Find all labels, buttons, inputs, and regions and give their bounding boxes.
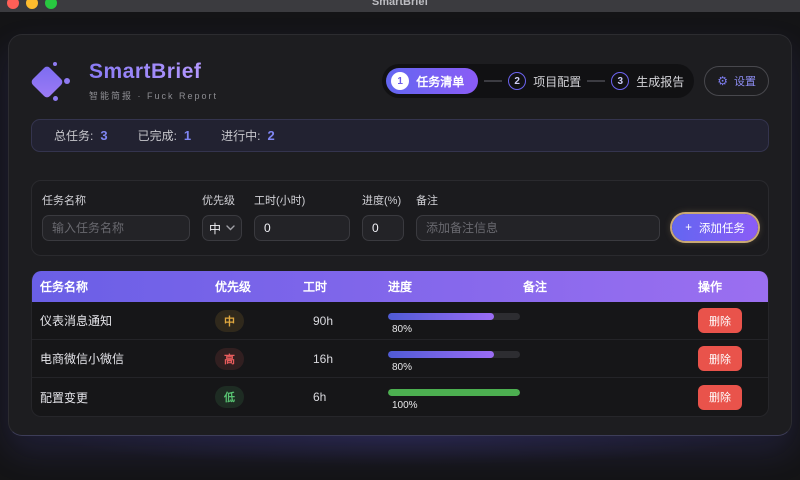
stat-total: 总任务: 3: [54, 128, 108, 143]
stat-total-value: 3: [100, 128, 108, 143]
stat-ongoing-value: 2: [267, 128, 275, 143]
app-subtitle: 智能简报 · Fuck Report: [89, 91, 219, 101]
priority-badge: 高: [215, 347, 244, 370]
window-title: SmartBrief: [371, 0, 429, 8]
col-header-name: 任务名称: [40, 280, 89, 294]
progress-bar-track: [388, 350, 520, 358]
progress-cell: 100%: [388, 383, 523, 411]
progress-cell: 80%: [388, 307, 523, 335]
note-label: 备注: [416, 195, 438, 207]
task-name-input[interactable]: [42, 215, 190, 241]
main-window-card: SmartBrief 智能简报 · Fuck Report 1 任务清单 2 项…: [8, 34, 792, 436]
col-header-action: 操作: [698, 280, 723, 294]
task-name-cell: 仪表消息通知: [40, 314, 113, 328]
table-row: 配置变更 低 6h 100% 删除: [32, 378, 768, 416]
step-task-list[interactable]: 1 任务清单: [386, 68, 479, 94]
progress-bar-track: [388, 312, 520, 320]
hours-cell: 90h: [313, 313, 334, 328]
progress-bar-fill: [388, 389, 520, 396]
col-header-hours: 工时: [303, 280, 328, 294]
priority-label: 优先级: [202, 195, 235, 207]
hours-cell: 6h: [313, 390, 327, 404]
chevron-down-icon: [226, 225, 235, 231]
note-input[interactable]: [416, 215, 661, 241]
step-number: 1: [391, 72, 410, 90]
stat-done: 已完成: 1: [137, 128, 192, 143]
task-table: 任务名称 优先级 工时 进度 备注 操作 仪表消息通知 中 90h 80% 删除…: [31, 271, 769, 417]
stat-done-value: 1: [183, 128, 192, 143]
window-titlebar: SmartBrief: [0, 0, 800, 12]
add-task-button[interactable]: + 添加任务: [672, 214, 758, 241]
delete-task-button[interactable]: 删除: [698, 308, 742, 333]
task-name-cell: 电商微信小微信: [40, 352, 125, 366]
progress-cell: 80%: [388, 345, 523, 373]
step-label: 项目配置: [533, 74, 582, 89]
col-header-priority: 优先级: [215, 280, 252, 294]
table-row: 电商微信小微信 高 16h 80% 删除: [32, 340, 768, 378]
diamond-icon: [30, 65, 64, 99]
progress-input[interactable]: [362, 215, 404, 241]
app-logo-icon: [30, 59, 75, 103]
step-connector: [484, 80, 503, 82]
table-header-row: 任务名称 优先级 工时 进度 备注 操作: [32, 271, 768, 302]
gear-icon: ⚙: [717, 74, 728, 88]
step-label: 生成报告: [636, 74, 685, 89]
settings-button[interactable]: ⚙ 设置: [704, 66, 769, 96]
step-number: 2: [508, 72, 527, 90]
app-header: SmartBrief 智能简报 · Fuck Report 1 任务清单 2 项…: [30, 35, 769, 111]
delete-task-button[interactable]: 删除: [698, 346, 742, 371]
priority-select[interactable]: 中: [202, 215, 242, 241]
plus-icon: +: [685, 221, 692, 234]
progress-percent-label: 80%: [392, 361, 413, 373]
col-header-note: 备注: [523, 280, 548, 294]
progress-label: 进度(%): [362, 195, 402, 207]
add-task-form: 任务名称 优先级 中 工时(小时) 进度(%) 备注 + 添加任务: [31, 180, 769, 256]
step-label: 任务清单: [416, 74, 465, 89]
col-header-progress: 进度: [388, 280, 413, 294]
step-generate-report[interactable]: 3 生成报告: [611, 72, 684, 90]
brand: SmartBrief 智能简报 · Fuck Report: [30, 59, 219, 103]
hours-cell: 16h: [313, 351, 334, 366]
app-title: SmartBrief: [89, 60, 218, 84]
table-row: 仪表消息通知 中 90h 80% 删除: [32, 302, 768, 340]
task-name-label: 任务名称: [42, 195, 86, 207]
step-project-config[interactable]: 2 项目配置: [508, 72, 581, 90]
hours-label: 工时(小时): [254, 195, 306, 207]
card-glow: [40, 436, 760, 466]
settings-label: 设置: [734, 76, 756, 88]
priority-badge: 中: [215, 309, 244, 332]
progress-bar-fill: [388, 350, 494, 358]
progress-bar-fill: [388, 312, 494, 320]
priority-badge: 低: [215, 386, 244, 408]
delete-task-button[interactable]: 删除: [698, 384, 742, 410]
progress-percent-label: 100%: [392, 400, 418, 411]
stats-bar: 总任务: 3 已完成: 1 进行中: 2: [31, 119, 769, 152]
hours-input[interactable]: [254, 215, 350, 241]
progress-bar-track: [388, 389, 520, 396]
step-connector: [587, 80, 606, 82]
step-number: 3: [611, 72, 630, 90]
task-name-cell: 配置变更: [40, 390, 89, 405]
stat-ongoing: 进行中: 2: [221, 128, 275, 143]
progress-percent-label: 80%: [392, 323, 413, 335]
wizard-stepper: 1 任务清单 2 项目配置 3 生成报告: [382, 64, 695, 98]
priority-selected-value: 中: [209, 221, 222, 236]
